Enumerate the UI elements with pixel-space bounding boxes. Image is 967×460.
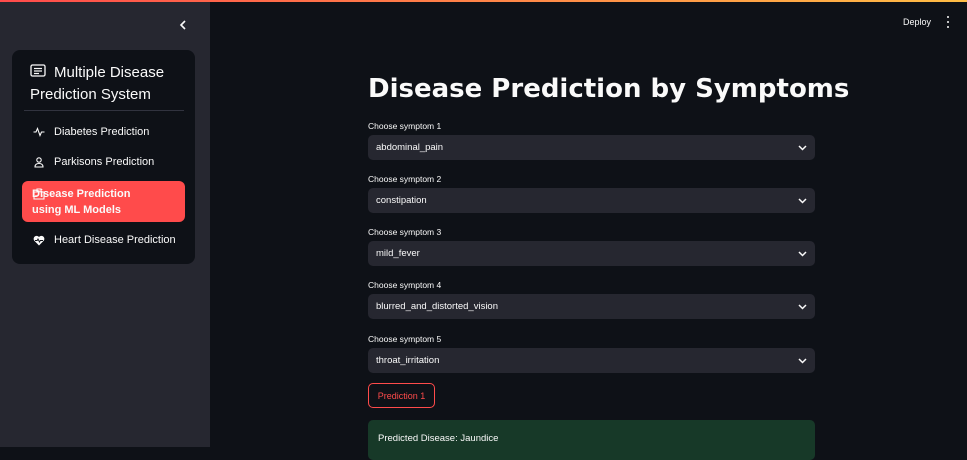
prediction-result-alert: Predicted Disease: Jaundice: [368, 420, 815, 460]
symptom-1-label: Choose symptom 1: [368, 121, 442, 131]
activity-icon: [32, 125, 46, 139]
sidebar-item-heart-disease[interactable]: Heart Disease Prediction: [22, 230, 185, 250]
chevron-down-icon: [797, 356, 807, 366]
prediction-button[interactable]: Prediction 1: [368, 383, 435, 408]
main-content: Deploy Disease Prediction by Symptoms Ch…: [210, 2, 967, 460]
chevron-down-icon: [797, 143, 807, 153]
symptom-3-label: Choose symptom 3: [368, 227, 442, 237]
person-icon: [32, 155, 46, 169]
symptom-5-value: throat_irritation: [376, 355, 440, 366]
sidebar-item-label: Disease Prediction using ML Models: [32, 187, 131, 216]
symptom-4-select[interactable]: blurred_and_distorted_vision: [368, 294, 815, 319]
symptom-2-select[interactable]: constipation: [368, 188, 815, 213]
symptom-3-value: mild_fever: [376, 248, 420, 259]
more-vertical-icon[interactable]: [944, 16, 952, 28]
page-title: Disease Prediction by Symptoms: [368, 74, 850, 104]
symptom-4-label: Choose symptom 4: [368, 280, 442, 290]
menu-divider: [24, 110, 184, 111]
chevron-left-icon[interactable]: [174, 16, 192, 34]
heart-pulse-icon: [32, 233, 46, 247]
sidebar-item-disease-prediction[interactable]: Disease Prediction using ML Models: [22, 181, 185, 222]
sidebar: Multiple Disease Prediction System Diabe…: [0, 2, 210, 447]
option-menu: Multiple Disease Prediction System Diabe…: [12, 50, 195, 264]
chevron-down-icon: [797, 249, 807, 259]
chevron-down-icon: [797, 196, 807, 206]
deploy-button[interactable]: Deploy: [903, 17, 931, 27]
sidebar-item-label: Parkisons Prediction: [54, 156, 155, 168]
sidebar-item-parkinsons[interactable]: Parkisons Prediction: [22, 152, 185, 172]
symptom-4-value: blurred_and_distorted_vision: [376, 301, 498, 312]
symptom-3-select[interactable]: mild_fever: [368, 241, 815, 266]
symptom-5-select[interactable]: throat_irritation: [368, 348, 815, 373]
sidebar-item-diabetes[interactable]: Diabetes Prediction: [22, 122, 185, 142]
sidebar-item-label: Heart Disease Prediction: [54, 234, 176, 246]
symptom-2-value: constipation: [376, 195, 427, 206]
sidebar-item-label: Diabetes Prediction: [54, 126, 150, 138]
symptom-5-label: Choose symptom 5: [368, 334, 442, 344]
symptom-1-select[interactable]: abdominal_pain: [368, 135, 815, 160]
chevron-down-icon: [797, 302, 807, 312]
document-icon: [30, 63, 46, 77]
symptom-2-label: Choose symptom 2: [368, 174, 442, 184]
menu-title: Multiple Disease Prediction System: [30, 62, 188, 106]
menu-title-text: Multiple Disease Prediction System: [30, 64, 165, 103]
symptom-1-value: abdominal_pain: [376, 142, 444, 153]
prediction-result-text: Predicted Disease: Jaundice: [378, 433, 499, 444]
